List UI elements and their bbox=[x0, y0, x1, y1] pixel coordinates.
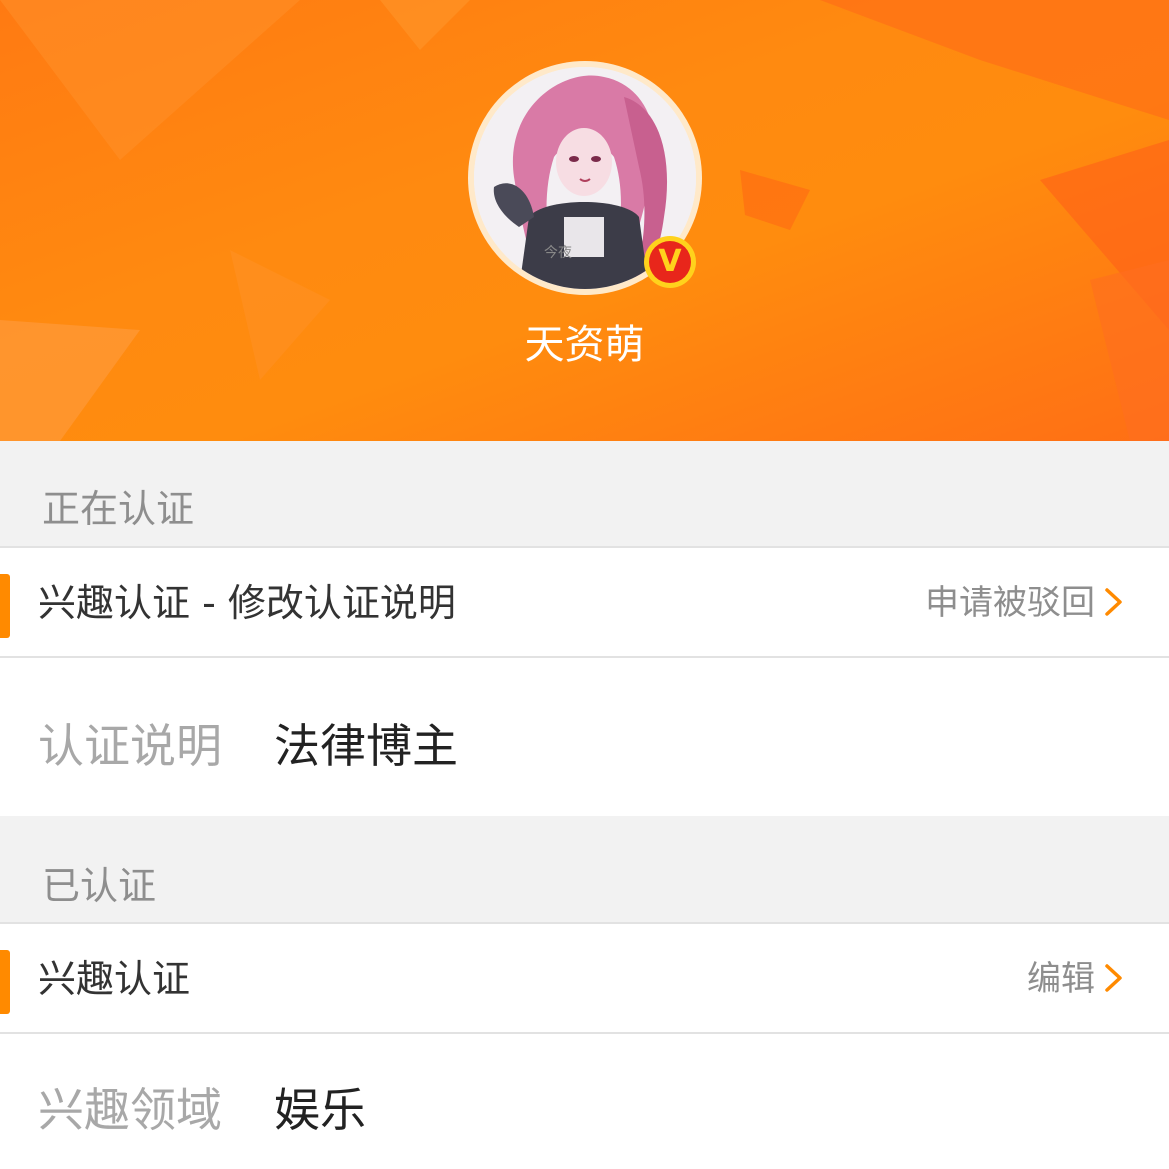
edit-action[interactable]: 编辑 bbox=[1027, 924, 1095, 1034]
interest-field-label: 兴趣领域 bbox=[38, 1083, 222, 1137]
verified-cert-title: 兴趣认证 bbox=[38, 957, 191, 1001]
section-label-verified: 已认证 bbox=[42, 864, 157, 908]
chevron-right-icon bbox=[1105, 588, 1122, 616]
accent-bar bbox=[0, 574, 10, 638]
svg-text:今夜: 今夜 bbox=[544, 245, 572, 261]
interest-field-value: 娱乐 bbox=[274, 1083, 366, 1137]
section-label-pending: 正在认证 bbox=[42, 487, 195, 531]
verified-detail-row: 兴趣领域 娱乐 bbox=[0, 1032, 1169, 1169]
profile-header: 今夜 V 天资萌 bbox=[0, 0, 1169, 441]
chevron-right-icon bbox=[1105, 964, 1122, 992]
cert-description-label: 认证说明 bbox=[38, 719, 222, 773]
username: 天资萌 bbox=[524, 322, 645, 368]
pending-cert-status: 申请被驳回 bbox=[925, 583, 1095, 623]
verified-cert-row[interactable]: 兴趣认证 编辑 bbox=[0, 922, 1169, 1034]
pending-cert-title: 兴趣认证 - 修改认证说明 bbox=[38, 581, 456, 625]
verified-badge-letter: V bbox=[649, 241, 691, 283]
pending-cert-row[interactable]: 兴趣认证 - 修改认证说明 申请被驳回 bbox=[0, 546, 1169, 658]
verified-badge-icon: V bbox=[644, 236, 696, 288]
cert-description-value: 法律博主 bbox=[274, 719, 458, 773]
accent-bar bbox=[0, 950, 10, 1014]
pending-detail-row: 认证说明 法律博主 bbox=[0, 656, 1169, 816]
